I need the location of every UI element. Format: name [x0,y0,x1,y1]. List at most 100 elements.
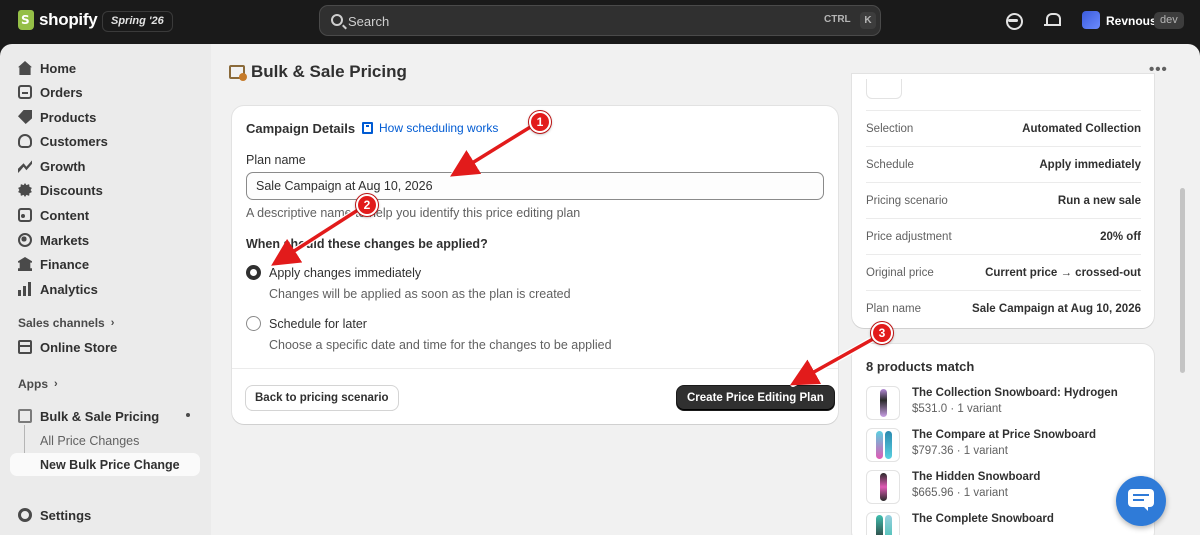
product-item[interactable]: The Compare at Price Snowboard $797.36 ·… [866,428,1141,464]
card-divider [232,368,838,369]
summary-row: Price adjustment 20% off [866,218,1141,254]
chat-icon [1128,489,1154,511]
summary-value: Apply immediately [1039,158,1141,171]
sidebar-item-label: Analytics [40,281,98,297]
schedule-later-help: Choose a specific date and time for the … [269,338,612,352]
summary-row: Schedule Apply immediately [866,146,1141,182]
search-placeholder: Search [348,14,390,29]
search-bar[interactable]: Search CTRL K [319,5,881,36]
sidebar-item-label: Home [40,60,77,76]
help-link-label: How scheduling works [379,121,499,135]
matching-products-card: 8 products match The Collection Snowboar… [852,344,1154,535]
step-marker-2: 2 [356,194,378,216]
page-title: Bulk & Sale Pricing [251,62,407,81]
product-name: The Hidden Snowboard [912,471,1041,483]
summary-card: Selection Automated Collection Schedule … [852,74,1154,328]
sidebar-item-markets[interactable]: Markets [10,228,200,252]
chat-button[interactable] [1116,476,1166,526]
main-content: Bulk & Sale Pricing ••• Campaign Details… [211,44,1200,535]
summary-value: 20% off [1100,230,1141,243]
chevron-right-icon: › [110,317,115,329]
product-thumbnail [866,428,900,462]
bell-icon[interactable] [1043,11,1061,29]
sidebar-item-orders[interactable]: Orders [10,80,200,104]
app-icon [229,65,247,81]
store-name[interactable]: Revnous [1106,14,1157,28]
product-thumbnail [866,470,900,504]
sidebar-item-label: Settings [40,507,92,523]
schedule-question: When should these changes be applied? [246,237,488,251]
shortcut-k: K [860,12,876,29]
sidekick-icon[interactable] [1004,11,1023,30]
schedule-later-radio[interactable] [246,316,261,331]
season-badge[interactable]: Spring '26 [102,11,173,32]
sidebar-item-label: Online Store [40,339,118,355]
apply-immediately-label[interactable]: Apply changes immediately [269,266,421,280]
sidebar-item-home[interactable]: Home [10,56,200,80]
sidebar-item-settings[interactable]: Settings [10,503,200,527]
brand-name: shopify [39,10,98,29]
app-icon [18,409,32,423]
summary-row: Selection Automated Collection [866,110,1141,146]
product-item[interactable]: The Complete Snowboard [866,512,1141,535]
summary-value: Automated Collection [1022,122,1141,135]
step-marker-3: 3 [871,322,893,344]
shopify-logo[interactable]: shopify [18,10,98,30]
sidebar-item-label: Bulk & Sale Pricing [40,408,160,424]
product-meta: $531.0 · 1 variant [912,403,1002,415]
apps-heading[interactable]: Apps › [18,377,58,391]
product-item[interactable]: The Hidden Snowboard $665.96 · 1 variant [866,470,1141,506]
chevron-right-icon: › [54,378,58,390]
tag-icon [18,110,32,124]
sidebar-item-analytics[interactable]: Analytics [10,277,200,301]
home-icon [18,61,32,75]
back-to-pricing-scenario-button[interactable]: Back to pricing scenario [246,386,398,410]
apply-immediately-radio[interactable] [246,265,261,280]
sidebar-item-content[interactable]: Content [10,203,200,227]
create-price-editing-plan-button[interactable]: Create Price Editing Plan [677,386,834,410]
sidebar-item-customers[interactable]: Customers [10,129,200,153]
sidebar-item-label: Finance [40,256,90,272]
product-thumbnail [866,512,900,535]
apply-immediately-help: Changes will be applied as soon as the p… [269,287,571,301]
sidebar-sub-all-price-changes[interactable]: All Price Changes [10,429,200,452]
product-meta: $665.96 · 1 variant [912,487,1008,499]
sidebar-item-growth[interactable]: Growth [10,154,200,178]
store-icon [18,340,32,354]
plan-name-input[interactable] [246,172,824,200]
summary-key: Original price [866,266,934,279]
summary-stub [866,79,902,99]
store-avatar[interactable] [1082,11,1100,29]
gear-icon [18,508,32,522]
sales-channels-heading[interactable]: Sales channels › [18,316,114,330]
scrollbar[interactable] [1180,188,1185,373]
sidebar-item-discounts[interactable]: Discounts [10,178,200,202]
sidebar-item-products[interactable]: Products [10,105,200,129]
sidebar-item-label: Customers [40,133,108,149]
sidebar-item-bulk-sale-pricing[interactable]: Bulk & Sale Pricing [10,404,200,428]
sidebar-item-label: Markets [40,232,90,248]
page-header: Bulk & Sale Pricing [229,62,407,82]
product-item[interactable]: The Collection Snowboard: Hydrogen $531.… [866,386,1141,422]
bank-icon [18,257,32,271]
sidebar: Home Orders Products Customers Growth Di… [0,44,211,535]
sidebar-item-finance[interactable]: Finance [10,252,200,276]
sidebar-item-label: Content [40,207,90,223]
summary-key: Selection [866,122,914,135]
sidebar-item-label: Growth [40,158,86,174]
bar-chart-icon [18,282,32,296]
pin-dot [186,413,190,417]
how-scheduling-works-link[interactable]: How scheduling works [362,121,498,135]
card-title: Campaign Details [246,121,356,136]
apps-label: Apps [18,377,48,391]
summary-value: Run a new sale [1057,194,1141,207]
product-thumbnail [866,386,900,420]
summary-key: Plan name [866,302,921,315]
person-icon [18,134,32,148]
shopify-bag-icon [18,10,34,30]
plan-name-label: Plan name [246,153,306,167]
step-marker-1: 1 [529,111,551,133]
sidebar-sub-new-bulk-price-change[interactable]: New Bulk Price Change [10,453,200,476]
schedule-later-label[interactable]: Schedule for later [269,317,367,331]
sidebar-item-online-store[interactable]: Online Store [10,335,200,359]
